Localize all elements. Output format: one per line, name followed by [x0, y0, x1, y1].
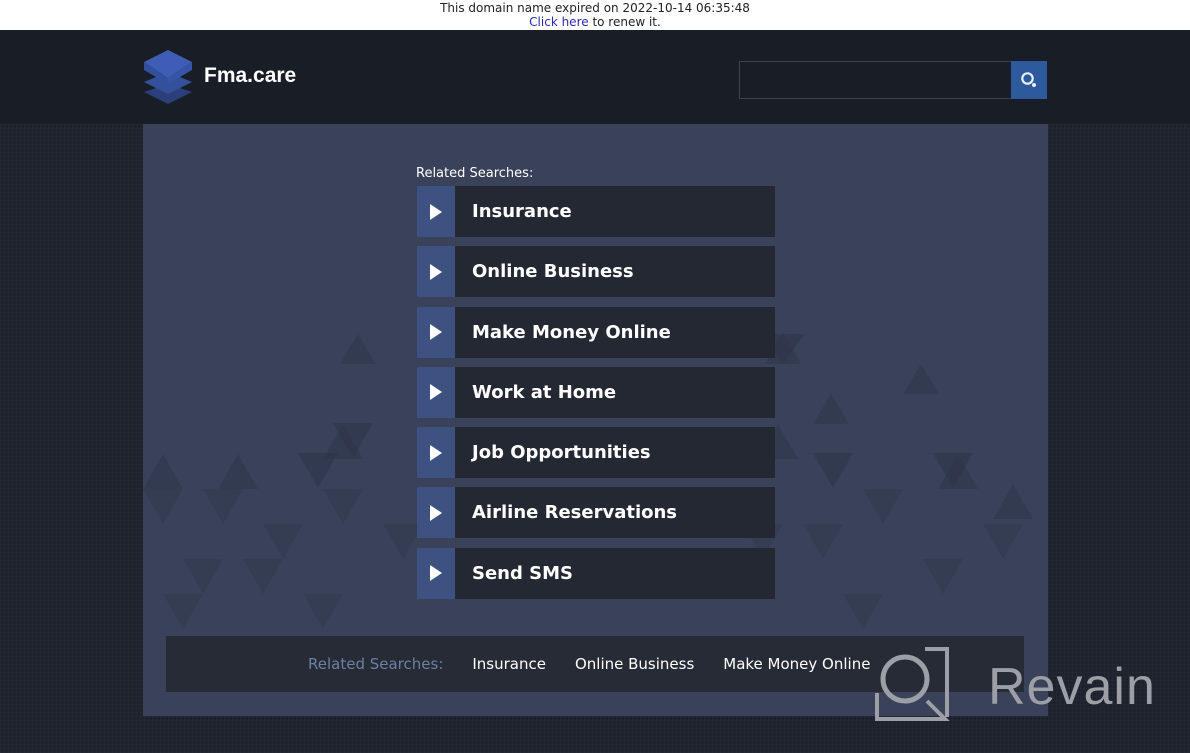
related-link-insurance[interactable]: Insurance [417, 186, 775, 237]
search-input[interactable] [739, 61, 1012, 99]
related-searches-label: Related Searches: [416, 166, 534, 181]
footer-link-make-money-online[interactable]: Make Money Online [723, 655, 870, 673]
footer-link-insurance[interactable]: Insurance [472, 655, 546, 673]
related-link-label[interactable]: Airline Reservations [455, 487, 775, 539]
revain-text: Revain [988, 658, 1156, 716]
play-arrow-icon [430, 203, 442, 220]
site-header: Fma.care [0, 30, 1190, 124]
revain-watermark: Revain [873, 645, 1173, 725]
related-links-list: Insurance Online Business Make Money Onl… [417, 186, 775, 608]
content-panel: Related Searches: Insurance Online Busin… [143, 124, 1048, 716]
expired-text: This domain name expired on 2022-10-14 0… [440, 1, 750, 15]
layers-stack-icon [144, 50, 192, 104]
play-arrow-icon [430, 444, 442, 461]
related-link-airline-reservations[interactable]: Airline Reservations [417, 487, 775, 539]
related-link-make-money-online[interactable]: Make Money Online [417, 306, 775, 358]
related-link-label[interactable]: Online Business [455, 246, 775, 298]
related-link-work-at-home[interactable]: Work at Home [417, 366, 775, 418]
play-arrow-icon [430, 504, 442, 521]
search-button[interactable] [1011, 61, 1047, 99]
related-link-online-business[interactable]: Online Business [417, 246, 775, 298]
related-link-label[interactable]: Send SMS [455, 547, 775, 599]
revain-logo-icon [875, 647, 950, 721]
domain-expired-notice: This domain name expired on 2022-10-14 0… [0, 0, 1190, 30]
search-icon [1021, 72, 1036, 87]
related-link-label[interactable]: Make Money Online [455, 306, 775, 358]
site-name: Fma.care [204, 64, 297, 87]
related-link-label[interactable]: Job Opportunities [455, 427, 775, 479]
related-link-label[interactable]: Insurance [455, 186, 775, 237]
play-arrow-icon [430, 324, 442, 341]
related-link-job-opportunities[interactable]: Job Opportunities [417, 427, 775, 479]
play-arrow-icon [430, 263, 442, 280]
related-link-label[interactable]: Work at Home [455, 366, 775, 418]
footer-link-online-business[interactable]: Online Business [575, 655, 694, 673]
renew-suffix: to renew it. [588, 15, 661, 29]
footer-related-label: Related Searches: [308, 655, 444, 673]
play-arrow-icon [430, 565, 442, 582]
play-arrow-icon [430, 384, 442, 401]
renew-link[interactable]: Click here [529, 15, 588, 29]
related-link-send-sms[interactable]: Send SMS [417, 547, 775, 599]
